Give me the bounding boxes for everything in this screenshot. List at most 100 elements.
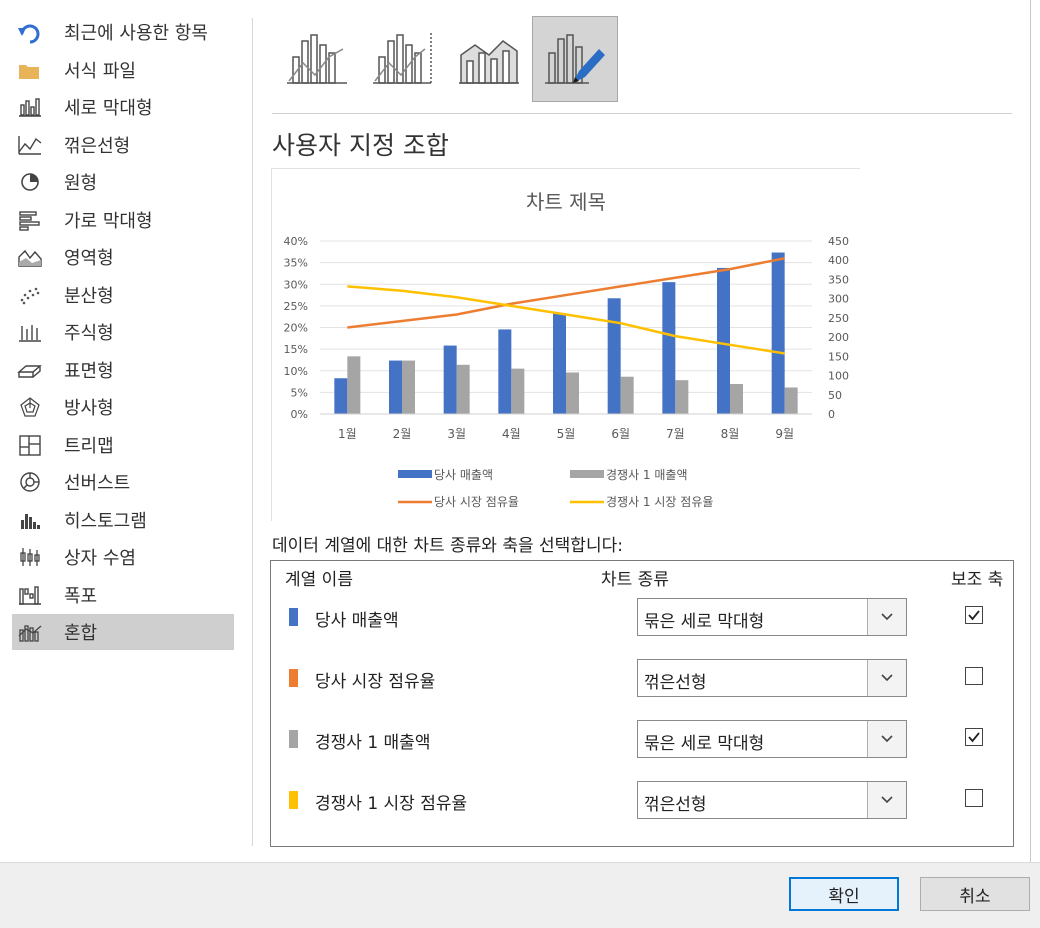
- legend-label: 경쟁사 1 매출액: [606, 468, 688, 482]
- sidebar-item[interactable]: 표면형: [12, 352, 234, 388]
- x-tick-label: 6월: [611, 427, 630, 441]
- subtype-clustered-column-line-secondary[interactable]: [360, 16, 446, 102]
- y-left-tick-label: 10%: [284, 365, 308, 378]
- series-row: 당사 매출액 묶은 세로 막대형: [271, 598, 1013, 638]
- subtype-stacked-area-column[interactable]: [446, 16, 532, 102]
- sidebar-item-label: 최근에 사용한 항목: [64, 23, 208, 44]
- preview-chart: 차트 제목 0% 5% 10% 15% 20% 25% 30% 35% 40% 0 50 100 150 2…: [284, 190, 849, 509]
- y-right-tick-label: 0: [828, 408, 835, 421]
- clustered-column-line-icon: [287, 34, 347, 84]
- bar: [607, 298, 621, 414]
- custom-combination-icon: [545, 34, 605, 84]
- sidebar-item[interactable]: 주식형: [12, 314, 234, 350]
- x-tick-label: 9월: [775, 427, 794, 441]
- sidebar-item[interactable]: 서식 파일: [12, 52, 234, 88]
- y-right-tick-label: 300: [828, 293, 849, 306]
- sidebar-item-label: 분산형: [64, 285, 114, 307]
- x-tick-label: 2월: [393, 427, 412, 441]
- checkmark-icon: [968, 732, 980, 743]
- sidebar-item-label: 트리맵: [64, 435, 114, 457]
- x-tick-label: 4월: [502, 427, 521, 441]
- sidebar-item[interactable]: 방사형: [12, 389, 234, 425]
- chart-type-value: 꺾은선형: [644, 795, 707, 815]
- sidebar-item-label: 세로 막대형: [64, 98, 153, 119]
- box-whisker-chart-icon: [16, 545, 44, 569]
- dropdown-button[interactable]: [867, 721, 906, 757]
- legend-label: 경쟁사 1 시장 점유율: [606, 495, 713, 509]
- bar: [402, 360, 415, 414]
- bar: [498, 329, 512, 414]
- y-left-tick-label: 35%: [284, 257, 308, 270]
- sidebar-item[interactable]: 최근에 사용한 항목: [12, 14, 234, 50]
- chart-type-sidebar: 최근에 사용한 항목서식 파일세로 막대형꺾은선형원형가로 막대형영역형분산형주…: [0, 0, 250, 860]
- secondary-axis-checkbox[interactable]: [965, 606, 983, 624]
- subtype-custom-combination[interactable]: [532, 16, 618, 102]
- sidebar-divider: [252, 18, 253, 846]
- sidebar-item-label: 가로 막대형: [64, 210, 153, 232]
- chart-type-value: 묶은 세로 막대형: [644, 612, 765, 632]
- legend-label: 당사 시장 점유율: [434, 495, 519, 509]
- secondary-axis-checkbox[interactable]: [965, 789, 983, 807]
- chart-type-select[interactable]: 꺾은선형: [637, 659, 907, 697]
- dropdown-button[interactable]: [867, 660, 906, 696]
- y-right-tick-label: 150: [828, 350, 849, 363]
- sidebar-item-label: 원형: [64, 173, 98, 194]
- sidebar-item[interactable]: 혼합: [12, 614, 234, 650]
- x-tick-label: 7월: [666, 427, 685, 441]
- bar: [443, 345, 457, 414]
- instruction-text: 데이터 계열에 대한 차트 종류와 축을 선택합니다:: [272, 536, 623, 556]
- area-chart-icon: [16, 245, 44, 269]
- sidebar-item[interactable]: 상자 수염: [12, 539, 234, 575]
- dialog-right-edge: [1030, 0, 1031, 862]
- series-name: 경쟁사 1 시장 점유율: [315, 794, 468, 814]
- legend-swatch: [398, 470, 432, 478]
- sidebar-item[interactable]: 세로 막대형: [12, 89, 234, 125]
- sidebar-item[interactable]: 폭포: [12, 577, 234, 613]
- stock-chart-icon: [16, 320, 44, 344]
- series-row: 경쟁사 1 매출액 묶은 세로 막대형: [271, 720, 1013, 760]
- chart-title: 차트 제목: [526, 190, 606, 214]
- chart-type-select[interactable]: 묶은 세로 막대형: [637, 598, 907, 636]
- sidebar-item-label: 히스토그램: [64, 510, 147, 532]
- chart-type-select[interactable]: 꺾은선형: [637, 781, 907, 819]
- ok-button[interactable]: 확인: [789, 877, 899, 911]
- sidebar-item[interactable]: 트리맵: [12, 427, 234, 463]
- sidebar-item-label: 방사형: [64, 398, 114, 419]
- y-left-tick-label: 5%: [291, 386, 308, 399]
- combo-chart-icon: [16, 620, 44, 644]
- secondary-axis-checkbox[interactable]: [965, 667, 983, 685]
- column-chart-icon: [16, 95, 44, 119]
- header-series-name: 계열 이름: [285, 570, 353, 590]
- sidebar-item-label: 영역형: [64, 248, 114, 269]
- bar: [662, 282, 676, 414]
- dropdown-button[interactable]: [867, 782, 906, 818]
- secondary-axis-checkbox[interactable]: [965, 728, 983, 746]
- sidebar-item[interactable]: 꺾은선형: [12, 127, 234, 163]
- series-color-swatch: [289, 730, 298, 748]
- cancel-button[interactable]: 취소: [920, 877, 1030, 911]
- sidebar-item[interactable]: 분산형: [12, 277, 234, 313]
- bar: [553, 313, 566, 414]
- legend-swatch: [570, 470, 604, 478]
- bar: [334, 378, 348, 414]
- radar-chart-icon: [16, 395, 44, 419]
- series-name: 당사 시장 점유율: [315, 672, 436, 692]
- sidebar-item[interactable]: 선버스트: [12, 464, 234, 500]
- sidebar-item-label: 상자 수염: [64, 548, 136, 569]
- treemap-chart-icon: [16, 433, 44, 457]
- chevron-down-icon: [881, 613, 893, 621]
- sidebar-item[interactable]: 가로 막대형: [12, 202, 234, 238]
- sidebar-item[interactable]: 원형: [12, 164, 234, 200]
- chart-type-select[interactable]: 묶은 세로 막대형: [637, 720, 907, 758]
- sidebar-item-label: 주식형: [64, 323, 114, 344]
- subtype-clustered-column-line[interactable]: [274, 16, 360, 102]
- y-right-tick-label: 100: [828, 370, 849, 383]
- sidebar-item[interactable]: 영역형: [12, 239, 234, 275]
- subtype-title: 사용자 지정 조합: [272, 131, 449, 160]
- clustered-column-line-secondary-axis-icon: [373, 33, 432, 84]
- sidebar-item[interactable]: 히스토그램: [12, 502, 234, 538]
- surface-chart-icon: [16, 358, 44, 382]
- folder-icon: [16, 58, 44, 82]
- dropdown-button[interactable]: [867, 599, 906, 635]
- sidebar-item-label: 선버스트: [64, 473, 131, 494]
